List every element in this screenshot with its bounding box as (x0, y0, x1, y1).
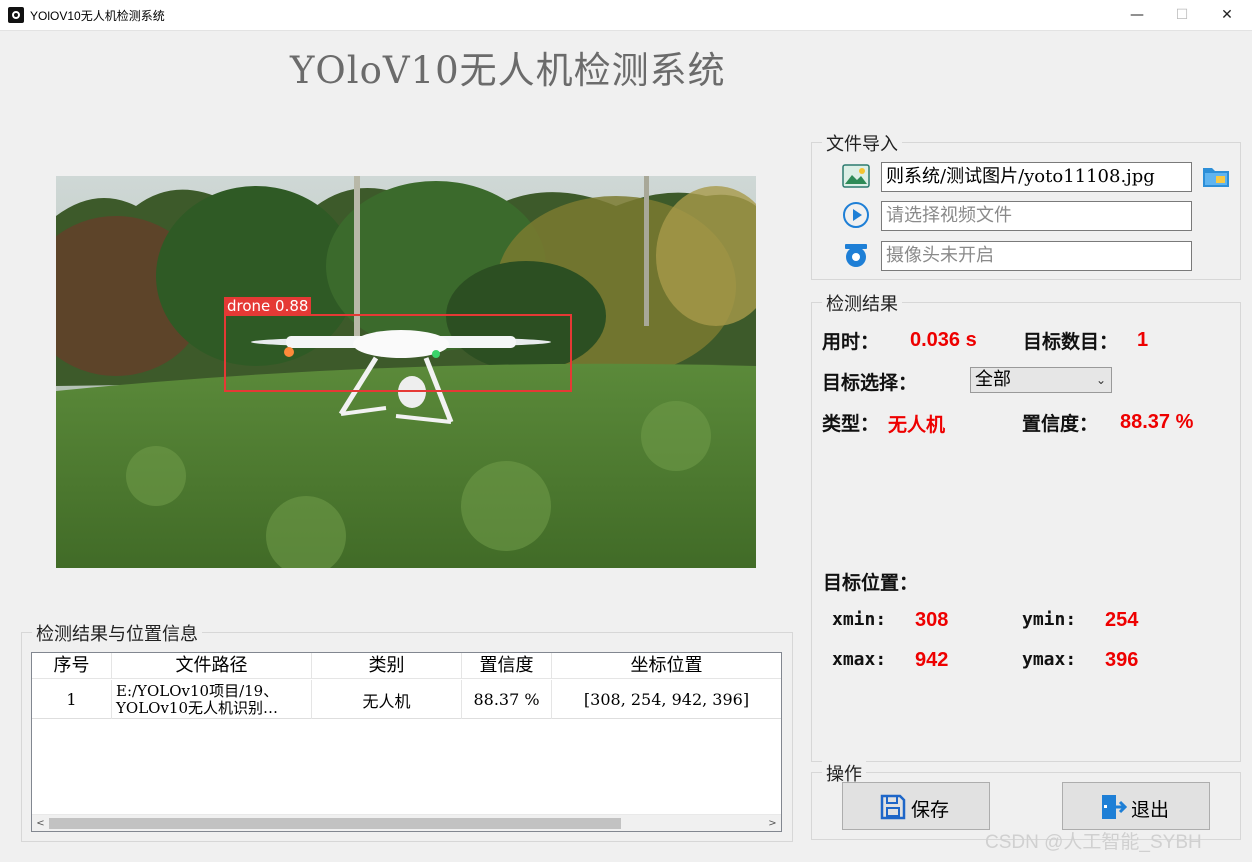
video-path-field[interactable]: 请选择视频文件 (881, 201, 1192, 231)
detection-image: drone 0.88 (56, 176, 756, 568)
camera-status-field[interactable]: 摄像头未开启 (881, 241, 1192, 271)
scroll-thumb[interactable] (49, 818, 621, 829)
table-row[interactable]: 1 E:/YOLOv10项目/19、 YOLOv10无人机识别… 无人机 88.… (32, 680, 781, 719)
table-header: 序号 文件路径 类别 置信度 坐标位置 (32, 653, 781, 679)
close-button[interactable]: ✕ (1204, 0, 1250, 31)
save-button-label: 保存 (911, 799, 950, 821)
target-select-label: 目标选择： (822, 372, 918, 394)
cell-category: 无人机 (312, 680, 462, 719)
confidence-value: 88.37 % (1120, 411, 1194, 433)
open-folder-icon[interactable] (1202, 163, 1230, 189)
image-icon[interactable] (842, 162, 870, 190)
cell-coords: [308, 254, 942, 396] (583, 690, 750, 709)
video-play-icon[interactable] (842, 201, 870, 229)
cell-confidence: 88.37 % (462, 680, 552, 719)
detection-results-title: 检测结果 (822, 290, 902, 316)
minimize-button[interactable]: — (1114, 0, 1160, 31)
time-value: 0.036 s (910, 329, 977, 351)
type-label: 类型： (822, 413, 880, 435)
target-select[interactable]: 全部 ⌄ (970, 367, 1112, 393)
confidence-label: 置信度： (1022, 413, 1099, 435)
app-title: YOloV10无人机检测系统 (290, 49, 726, 92)
image-path-field[interactable]: 则系统/测试图片/yoto11108.jpg (881, 162, 1192, 192)
video-file-row: 请选择视频文件 (842, 201, 1192, 231)
detection-label: drone 0.88 (224, 297, 312, 315)
save-icon (880, 794, 906, 820)
xmin-label: xmin: (832, 609, 887, 630)
ymin-label: ymin: (1022, 609, 1077, 630)
maximize-button[interactable]: ☐ (1159, 0, 1205, 31)
xmax-value: 942 (915, 649, 949, 671)
header-category[interactable]: 类别 (312, 653, 462, 679)
title-bar: YOlOV10无人机检测系统 — ☐ ✕ (0, 0, 1252, 31)
file-import-title: 文件导入 (822, 130, 902, 156)
xmax-label: xmax: (832, 649, 887, 670)
cell-path: E:/YOLOv10项目/19、 YOLOv10无人机识别… (112, 680, 312, 719)
target-select-value: 全部 (975, 369, 1011, 390)
watermark: CSDN @人工智能_SYBH (985, 832, 1202, 853)
count-value: 1 (1137, 329, 1149, 351)
scroll-left-arrow[interactable]: < (32, 815, 49, 832)
header-confidence[interactable]: 置信度 (462, 653, 552, 679)
header-coords[interactable]: 坐标位置 (552, 653, 781, 679)
header-path[interactable]: 文件路径 (112, 653, 312, 679)
app-icon (8, 7, 24, 23)
results-table[interactable]: 序号 文件路径 类别 置信度 坐标位置 1 E:/YOLOv10项目/19、 Y… (31, 652, 782, 832)
chevron-down-icon: ⌄ (1095, 373, 1106, 387)
save-button[interactable]: 保存 (842, 782, 990, 830)
ymax-label: ymax: (1022, 649, 1077, 670)
horizontal-scrollbar[interactable]: < > (32, 814, 781, 831)
header-index[interactable]: 序号 (32, 653, 112, 679)
exit-icon (1102, 795, 1127, 819)
xmin-value: 308 (915, 609, 949, 631)
scroll-right-arrow[interactable]: > (764, 815, 781, 832)
cell-path-line1: E:/YOLOv10项目/19、 (116, 681, 279, 700)
camera-row: 摄像头未开启 (842, 241, 1192, 271)
time-label: 用时： (822, 331, 880, 353)
target-position-label: 目标位置： (823, 572, 919, 594)
results-table-title: 检测结果与位置信息 (32, 620, 202, 646)
detection-bounding-box (224, 314, 572, 392)
window-title: YOlOV10无人机检测系统 (30, 9, 165, 23)
count-label: 目标数目： (1023, 331, 1119, 353)
ymin-value: 254 (1105, 609, 1139, 631)
camera-icon[interactable] (842, 241, 870, 269)
cell-path-line2: YOLOv10无人机识别… (116, 698, 279, 717)
image-file-row: 则系统/测试图片/yoto11108.jpg (842, 162, 1192, 192)
exit-button-label: 退出 (1131, 799, 1170, 821)
cell-index: 1 (32, 680, 112, 719)
ymax-value: 396 (1105, 649, 1139, 671)
type-value: 无人机 (888, 414, 946, 436)
exit-button[interactable]: 退出 (1062, 782, 1210, 830)
